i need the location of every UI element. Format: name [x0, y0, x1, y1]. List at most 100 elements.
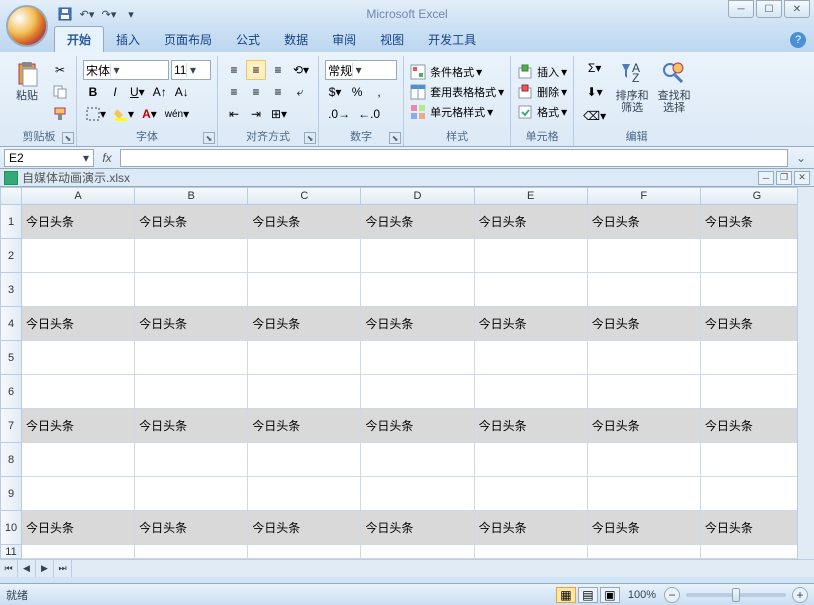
fx-icon[interactable]: fx	[98, 149, 116, 167]
cell[interactable]: 今日头条	[22, 409, 135, 443]
fill-icon[interactable]: ⬇▾	[580, 82, 609, 102]
cell[interactable]	[588, 375, 701, 409]
align-left-icon[interactable]: ≡	[224, 82, 244, 102]
align-center-icon[interactable]: ≡	[246, 82, 266, 102]
vertical-scrollbar[interactable]	[797, 187, 814, 577]
tab-review[interactable]: 审阅	[320, 27, 368, 52]
cell[interactable]	[248, 341, 361, 375]
font-size-combo[interactable]: 11▾	[171, 60, 211, 80]
wb-close-icon[interactable]: ✕	[794, 171, 810, 185]
copy-icon[interactable]	[50, 82, 70, 102]
cell[interactable]	[361, 477, 474, 511]
row-header[interactable]: 3	[0, 273, 22, 307]
sheet-last-icon[interactable]: ⏭	[54, 560, 72, 577]
cell[interactable]	[135, 545, 248, 559]
cell[interactable]	[361, 443, 474, 477]
cell-styles-button[interactable]: 单元格样式▾	[410, 104, 504, 120]
paste-button[interactable]: 粘贴	[8, 58, 46, 126]
cell[interactable]: 今日头条	[248, 307, 361, 341]
autosum-icon[interactable]: Σ▾	[580, 58, 609, 78]
column-header[interactable]: F	[588, 187, 701, 205]
font-launcher[interactable]: ⬊	[203, 132, 215, 144]
help-icon[interactable]: ?	[790, 32, 806, 48]
column-header[interactable]: A	[22, 187, 135, 205]
underline-button[interactable]: U▾	[127, 82, 148, 102]
cell[interactable]	[22, 239, 135, 273]
cell[interactable]	[361, 375, 474, 409]
cell[interactable]	[22, 443, 135, 477]
cell[interactable]: 今日头条	[588, 409, 701, 443]
row-header[interactable]: 2	[0, 239, 22, 273]
accounting-icon[interactable]: $▾	[325, 82, 345, 102]
font-color-button[interactable]: A▾	[139, 104, 160, 124]
wrap-text-icon[interactable]: ⤶	[290, 82, 310, 102]
cell[interactable]	[22, 375, 135, 409]
column-header[interactable]: E	[475, 187, 588, 205]
cell[interactable]	[135, 273, 248, 307]
table-format-button[interactable]: 套用表格格式▾	[410, 84, 504, 100]
row-header[interactable]: 4	[0, 307, 22, 341]
wb-restore-icon[interactable]: ❐	[776, 171, 792, 185]
cell[interactable]: 今日头条	[22, 307, 135, 341]
cell[interactable]: 今日头条	[475, 409, 588, 443]
number-launcher[interactable]: ⬊	[389, 132, 401, 144]
number-format-combo[interactable]: 常规▾	[325, 60, 397, 80]
cell[interactable]: 今日头条	[588, 307, 701, 341]
sheet-next-icon[interactable]: ▶	[36, 560, 54, 577]
select-all-corner[interactable]	[0, 187, 22, 205]
maximize-button[interactable]: ☐	[756, 0, 782, 18]
sheet-first-icon[interactable]: ⏮	[0, 560, 18, 577]
cell[interactable]: 今日头条	[475, 511, 588, 545]
cell[interactable]	[248, 239, 361, 273]
cell[interactable]: 今日头条	[475, 307, 588, 341]
font-name-combo[interactable]: 宋体▾	[83, 60, 169, 80]
grow-font-icon[interactable]: A↑	[150, 82, 170, 102]
border-button[interactable]: ▾	[83, 104, 109, 124]
undo-icon[interactable]: ↶▾	[78, 5, 96, 23]
redo-icon[interactable]: ↷▾	[100, 5, 118, 23]
format-cells-button[interactable]: 格式▾	[517, 104, 567, 120]
qat-dropdown-icon[interactable]: ▾	[122, 5, 140, 23]
cell[interactable]	[588, 273, 701, 307]
phonetic-button[interactable]: wén▾	[162, 104, 192, 124]
office-button[interactable]	[6, 5, 48, 47]
cell[interactable]	[588, 545, 701, 559]
tab-view[interactable]: 视图	[368, 27, 416, 52]
alignment-launcher[interactable]: ⬊	[304, 132, 316, 144]
cell[interactable]	[475, 443, 588, 477]
clipboard-launcher[interactable]: ⬊	[62, 132, 74, 144]
cell[interactable]: 今日头条	[361, 409, 474, 443]
minimize-button[interactable]: ─	[728, 0, 754, 18]
row-header[interactable]: 11	[0, 545, 22, 559]
cell[interactable]	[588, 341, 701, 375]
row-header[interactable]: 8	[0, 443, 22, 477]
align-middle-icon[interactable]: ≡	[246, 60, 266, 80]
italic-button[interactable]: I	[105, 82, 125, 102]
cell[interactable]	[475, 375, 588, 409]
zoom-in-button[interactable]: +	[792, 587, 808, 603]
cell[interactable]	[248, 477, 361, 511]
cell[interactable]: 今日头条	[248, 409, 361, 443]
delete-cells-button[interactable]: 删除▾	[517, 84, 567, 100]
cell[interactable]	[248, 443, 361, 477]
cell[interactable]	[22, 273, 135, 307]
cell[interactable]: 今日头条	[22, 205, 135, 239]
page-break-view-icon[interactable]: ▣	[600, 587, 620, 603]
cell[interactable]: 今日头条	[588, 205, 701, 239]
zoom-slider[interactable]	[686, 593, 786, 597]
horizontal-scrollbar[interactable]	[72, 560, 814, 577]
sort-filter-button[interactable]: AZ 排序和 筛选	[613, 58, 651, 126]
cell[interactable]	[22, 341, 135, 375]
cell[interactable]: 今日头条	[361, 205, 474, 239]
cell[interactable]	[588, 239, 701, 273]
zoom-level[interactable]: 100%	[622, 589, 662, 601]
tab-formulas[interactable]: 公式	[224, 27, 272, 52]
shrink-font-icon[interactable]: A↓	[172, 82, 192, 102]
normal-view-icon[interactable]: ▦	[556, 587, 576, 603]
insert-cells-button[interactable]: 插入▾	[517, 64, 567, 80]
page-layout-view-icon[interactable]: ▤	[578, 587, 598, 603]
column-header[interactable]: C	[248, 187, 361, 205]
sheet-prev-icon[interactable]: ◀	[18, 560, 36, 577]
cell[interactable]	[135, 239, 248, 273]
cell[interactable]: 今日头条	[135, 409, 248, 443]
